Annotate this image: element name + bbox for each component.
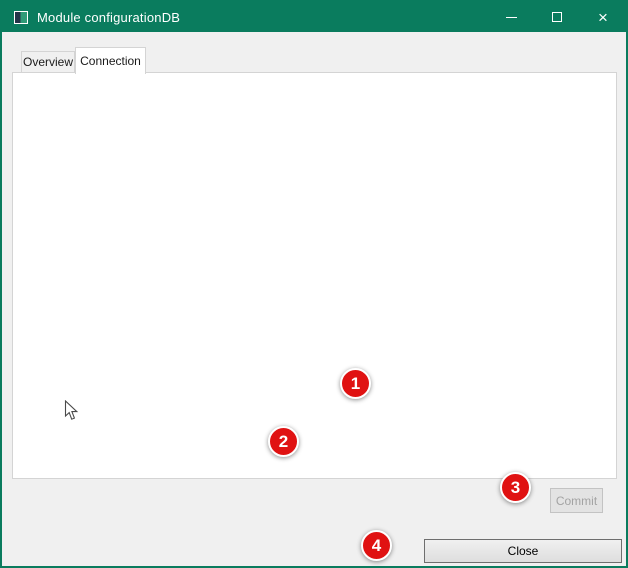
tab-connection[interactable]: Connection [75,47,146,74]
minimize-button[interactable] [488,2,534,32]
step-badge-1: 1 [340,368,371,399]
commit-button: Commit [550,488,603,513]
maximize-icon [552,12,562,22]
close-icon: × [598,9,608,26]
close-window-button[interactable]: × [580,2,626,32]
app-icon [14,11,28,24]
window-controls: × [488,2,626,32]
maximize-button[interactable] [534,2,580,32]
minimize-icon [506,17,517,18]
titlebar: Module configurationDB × [2,2,626,32]
window-title: Module configurationDB [37,10,180,25]
step-badge-2: 2 [268,426,299,457]
close-button[interactable]: Close [424,539,622,563]
tab-overview[interactable]: Overview [21,51,75,73]
dialog-window: Module configurationDB × Overview Connec… [0,0,628,568]
mouse-cursor-icon [64,400,79,421]
step-badge-3: 3 [500,472,531,503]
connection-tab-panel [12,72,617,479]
step-badge-4: 4 [361,530,392,561]
